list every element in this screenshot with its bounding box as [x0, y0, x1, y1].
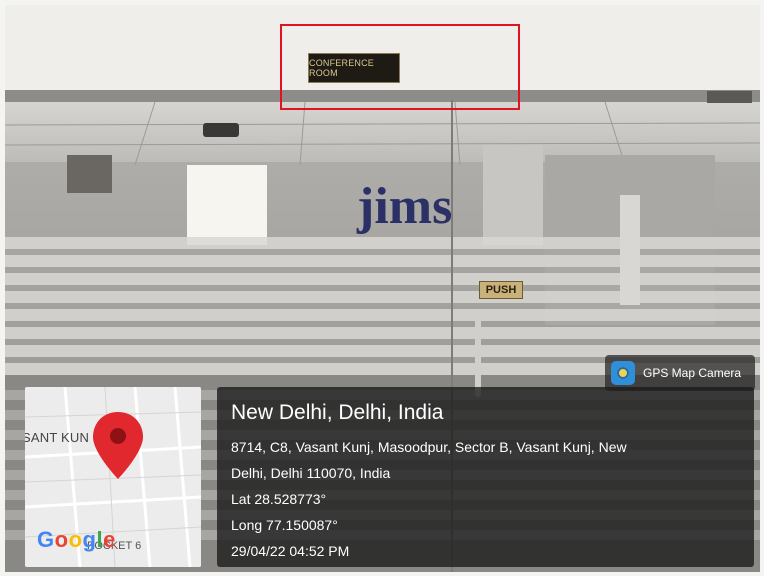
- address-line-2: Delhi, Delhi 110070, India: [231, 465, 391, 481]
- location-title: New Delhi, Delhi, India: [231, 401, 444, 424]
- google-logo: Google: [37, 527, 116, 552]
- map-thumbnail: SANT KUN POCKET 6 Google: [25, 387, 201, 567]
- datetime: 29/04/22 04:52 PM: [231, 543, 350, 559]
- latitude: Lat 28.528773°: [231, 491, 327, 507]
- map-street-label: SANT KUN: [25, 430, 90, 445]
- highlight-box: [280, 24, 520, 110]
- jims-logo: jims: [356, 178, 452, 235]
- photo-frame: jims CONFERENCE ROOM PUSH GPS Map Camera…: [5, 5, 760, 572]
- badge-label: GPS Map Camera: [643, 366, 742, 380]
- location-info-card: New Delhi, Delhi, India 8714, C8, Vasant…: [217, 387, 754, 567]
- gps-map-camera-badge: GPS Map Camera: [605, 355, 755, 391]
- gps-map-camera-icon: [611, 361, 635, 385]
- longitude: Long 77.150087°: [231, 517, 338, 533]
- address-line-1: 8714, C8, Vasant Kunj, Masoodpur, Sector…: [231, 439, 627, 455]
- push-plate: PUSH: [479, 281, 523, 299]
